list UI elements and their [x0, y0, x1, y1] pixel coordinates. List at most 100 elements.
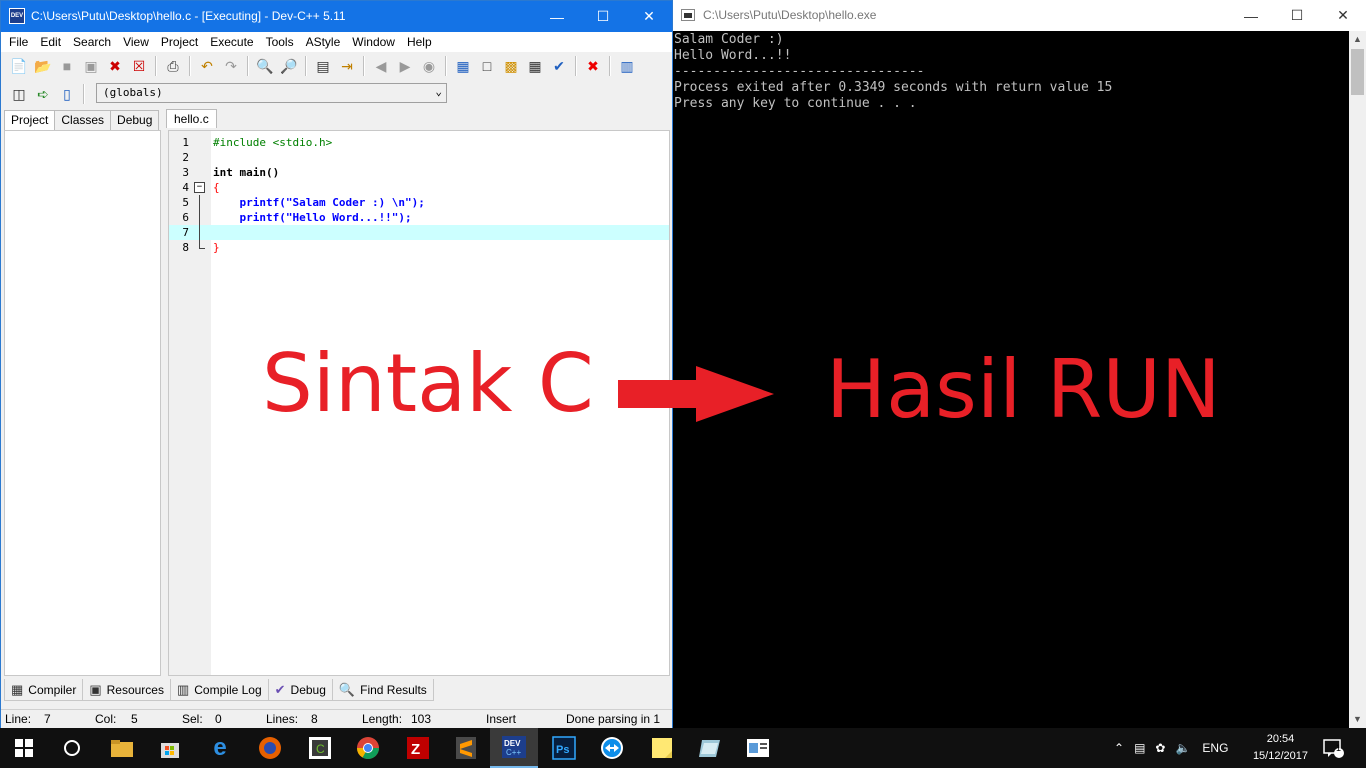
menu-search[interactable]: Search	[67, 35, 117, 49]
close-file-icon[interactable]: ✖	[105, 56, 125, 76]
codeblocks-icon[interactable]: C	[296, 728, 344, 768]
new-project-icon[interactable]: ◫	[9, 84, 29, 104]
editor-tab-hello-c[interactable]: hello.c	[166, 109, 217, 128]
menu-project[interactable]: Project	[155, 35, 204, 49]
devcpp-titlebar[interactable]: DEV C:\Users\Putu\Desktop\hello.c - [Exe…	[1, 1, 672, 32]
profile-chart-icon[interactable]: ▥	[617, 56, 637, 76]
code-text: }	[213, 241, 220, 254]
menu-astyle[interactable]: AStyle	[300, 35, 347, 49]
redo-icon[interactable]: ↷	[221, 56, 241, 76]
code-line: 6 printf("Hello Word...!!");	[169, 210, 669, 225]
save-icon[interactable]: ■	[57, 56, 77, 76]
sublime-text-icon[interactable]	[442, 728, 490, 768]
menu-window[interactable]: Window	[346, 35, 401, 49]
chrome-icon[interactable]	[344, 728, 392, 768]
scope-select[interactable]: (globals) ⌄	[96, 83, 447, 103]
store-icon[interactable]	[146, 728, 194, 768]
line-number: 2	[182, 151, 189, 164]
status-length-value: 103	[411, 712, 432, 726]
filezilla-icon[interactable]: Z	[394, 728, 442, 768]
cortana-icon[interactable]	[48, 728, 96, 768]
volume-icon[interactable]: 🔈	[1175, 741, 1190, 755]
open-file-icon[interactable]: 📂	[33, 56, 53, 76]
indent-right-icon[interactable]: ▶	[395, 56, 415, 76]
print-icon[interactable]: ⎙	[163, 56, 183, 76]
add-to-project-icon[interactable]: ➪	[33, 84, 53, 104]
code-text: {	[213, 181, 220, 194]
console-line: Hello Word...!!	[674, 48, 792, 63]
tab-compile-log[interactable]: ▥ Compile Log	[169, 679, 269, 701]
menu-view[interactable]: View	[117, 35, 155, 49]
indent-left-icon[interactable]: ◀	[371, 56, 391, 76]
save-all-icon[interactable]: ▣	[81, 56, 101, 76]
menu-file[interactable]: File	[3, 35, 34, 49]
compile-icon[interactable]: ▦	[453, 56, 473, 76]
windows-start-icon[interactable]	[0, 728, 48, 768]
line-number: 7	[182, 226, 189, 239]
sticky-notes-icon[interactable]	[638, 728, 686, 768]
scrollbar-thumb[interactable]	[1351, 49, 1364, 95]
tab-project[interactable]: Project	[4, 110, 56, 130]
tab-debug-output[interactable]: ✔ Debug	[267, 679, 333, 701]
close-icon[interactable]: ✕	[626, 1, 672, 32]
replace-icon[interactable]: 🔎	[279, 56, 299, 76]
action-center-icon[interactable]: 1	[1322, 728, 1344, 768]
menu-help[interactable]: Help	[401, 35, 438, 49]
goto-line-icon[interactable]: ⇥	[337, 56, 357, 76]
notepad-app-icon[interactable]	[686, 728, 734, 768]
tab-find-results[interactable]: 🔍 Find Results	[331, 679, 434, 701]
bookmark-icon[interactable]: ▤	[313, 56, 333, 76]
find-icon[interactable]: 🔍	[255, 56, 275, 76]
maximize-icon[interactable]: ☐	[1274, 0, 1320, 31]
toolbar-separator	[445, 56, 447, 76]
taskbar-clock[interactable]: 20:54 15/12/2017	[1253, 731, 1308, 765]
menu-execute[interactable]: Execute	[204, 35, 259, 49]
dev-cpp-taskbar-icon[interactable]: DEV C++	[490, 728, 538, 768]
tab-compiler[interactable]: ▦ Compiler	[4, 679, 84, 701]
toolbar-separator	[305, 56, 307, 76]
close-icon[interactable]: ✕	[1320, 0, 1366, 31]
teamviewer-icon[interactable]	[588, 728, 636, 768]
fold-guide-end	[199, 248, 205, 249]
svg-text:Z: Z	[411, 741, 420, 758]
fold-collapse-icon[interactable]: −	[194, 182, 205, 193]
toolbar-separator	[83, 84, 85, 104]
network-icon[interactable]: ▤	[1134, 741, 1145, 755]
undo-icon[interactable]: ↶	[197, 56, 217, 76]
tab-debug[interactable]: Debug	[110, 110, 160, 130]
scroll-up-icon[interactable]: ▲	[1349, 31, 1366, 48]
devcpp-window-title: C:\Users\Putu\Desktop\hello.c - [Executi…	[31, 9, 346, 23]
firefox-icon[interactable]	[246, 728, 294, 768]
syntax-check-icon[interactable]: ✔	[549, 56, 569, 76]
console-titlebar[interactable]: C:\Users\Putu\Desktop\hello.exe — ☐ ✕	[673, 0, 1366, 31]
status-col-label: Col:	[95, 712, 117, 726]
toolbar-separator	[189, 56, 191, 76]
input-language[interactable]: ENG	[1202, 741, 1228, 755]
tab-classes[interactable]: Classes	[54, 110, 112, 130]
photoshop-icon[interactable]: Ps	[540, 728, 588, 768]
close-all-icon[interactable]: ☒	[129, 56, 149, 76]
console-app-taskbar-icon[interactable]	[734, 728, 782, 768]
run-icon[interactable]: □	[477, 56, 497, 76]
tab-resources[interactable]: ▣ Resources	[82, 679, 171, 701]
wifi-icon[interactable]: ✿	[1155, 741, 1165, 755]
devcpp-app-icon: DEV	[9, 8, 25, 24]
rebuild-icon[interactable]: ▦	[525, 56, 545, 76]
menu-edit[interactable]: Edit	[34, 35, 67, 49]
minimize-icon[interactable]: —	[534, 1, 580, 32]
console-app-icon	[681, 9, 695, 21]
edge-browser-icon[interactable]: e	[196, 728, 244, 768]
stop-execution-icon[interactable]: ✖	[583, 56, 603, 76]
scroll-down-icon[interactable]: ▼	[1349, 711, 1366, 728]
console-scrollbar[interactable]: ▲ ▼	[1349, 31, 1366, 728]
show-hidden-icons-icon[interactable]: ⌃	[1114, 741, 1124, 755]
file-explorer-icon[interactable]	[98, 728, 146, 768]
minimize-icon[interactable]: —	[1228, 0, 1274, 31]
maximize-icon[interactable]: ☐	[580, 1, 626, 32]
toggle-comment-icon[interactable]: ◉	[419, 56, 439, 76]
console-line: Salam Coder :)	[674, 32, 784, 47]
menu-tools[interactable]: Tools	[260, 35, 300, 49]
project-options-icon[interactable]: ▯	[57, 84, 77, 104]
compile-run-icon[interactable]: ▩	[501, 56, 521, 76]
new-file-icon[interactable]: 📄	[9, 56, 29, 76]
